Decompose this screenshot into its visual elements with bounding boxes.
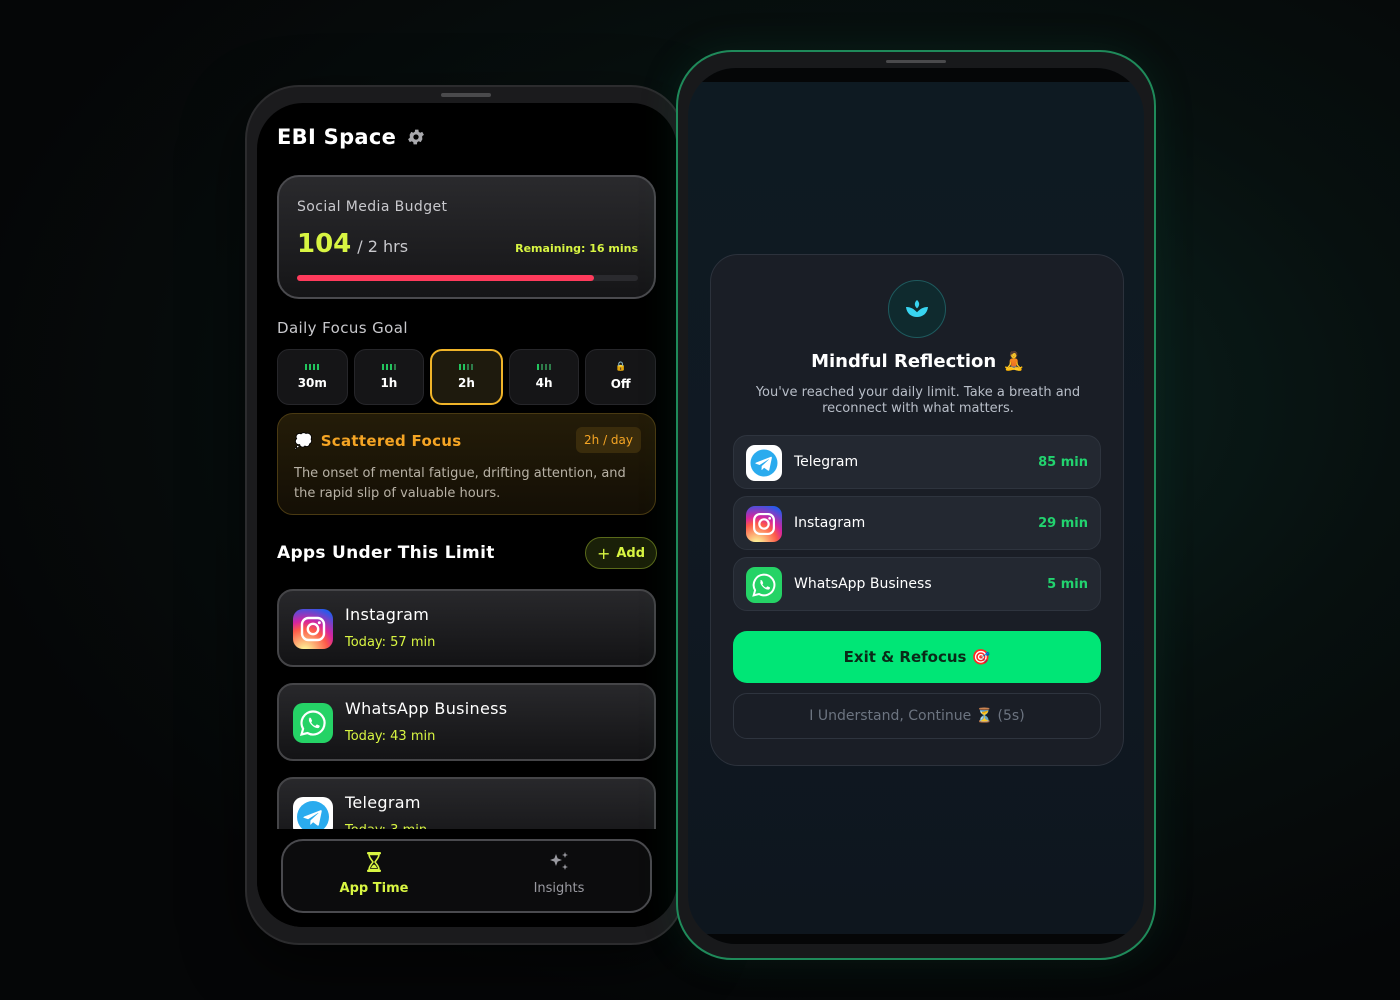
app-name: WhatsApp Business	[345, 699, 508, 718]
daily-focus-goal-label: Daily Focus Goal	[277, 319, 408, 337]
modal-app-name: Telegram	[794, 454, 859, 470]
modal-app-telegram: Telegram 85 min	[733, 435, 1101, 489]
signal-bars-icon	[305, 364, 320, 370]
app-card-instagram[interactable]: Instagram Today: 57 min	[277, 589, 656, 667]
focus-goal-option-4h[interactable]: 4h	[508, 349, 580, 405]
modal-app-minutes: 85 min	[1038, 455, 1088, 470]
signal-bars-icon	[537, 364, 552, 370]
add-label: Add	[616, 545, 646, 561]
whatsapp-business-icon	[746, 567, 782, 603]
telegram-icon	[746, 445, 782, 481]
focus-goal-option-2h[interactable]: 2h	[430, 349, 503, 405]
budget-values: 104 / 2 hrs Remaining: 16 mins	[297, 229, 638, 259]
modal-app-instagram: Instagram 29 min	[733, 496, 1101, 550]
focus-goal-label: 4h	[535, 376, 553, 390]
scattered-focus-card: 💭 Scattered Focus 2h / day The onset of …	[277, 413, 656, 515]
thought-bubble-icon: 💭	[294, 432, 313, 450]
lotus-icon	[888, 280, 946, 338]
continue-button[interactable]: I Understand, Continue ⏳ (5s)	[733, 693, 1101, 739]
focus-goal-label: Off	[610, 377, 631, 391]
modal-app-whatsapp-business: WhatsApp Business 5 min	[733, 557, 1101, 611]
speaker-notch	[441, 93, 491, 97]
budget-progress-fill	[297, 275, 594, 281]
nav-insights-label: Insights	[533, 881, 585, 896]
social-media-budget-card: Social Media Budget 104 / 2 hrs Remainin…	[277, 175, 656, 299]
modal-app-minutes: 29 min	[1038, 516, 1088, 531]
focus-goal-selector: 30m 1h 2h 4h 🔒 Off	[277, 349, 656, 405]
focus-goal-label: 1h	[380, 376, 398, 390]
nav-app-time[interactable]: App Time	[299, 851, 449, 896]
signal-bars-icon	[459, 364, 474, 370]
budget-total-value: / 2 hrs	[357, 237, 409, 256]
right-phone-frame: Mindful Reflection 🧘 You've reached your…	[676, 50, 1156, 960]
modal-app-name: WhatsApp Business	[794, 576, 932, 592]
modal-description: You've reached your daily limit. Take a …	[755, 385, 1081, 416]
hourglass-icon	[367, 852, 381, 872]
app-title: EBI Space	[277, 125, 397, 149]
budget-progress-bar	[297, 275, 638, 281]
home-strip	[688, 934, 1144, 944]
app-today-usage: Today: 57 min	[345, 635, 436, 650]
modal-app-minutes: 5 min	[1047, 577, 1088, 592]
instagram-icon	[746, 506, 782, 542]
speaker-notch	[886, 60, 946, 63]
instagram-icon	[293, 609, 333, 649]
status-strip	[688, 68, 1144, 82]
focus-goal-option-30m[interactable]: 30m	[277, 349, 348, 405]
gear-icon[interactable]	[406, 127, 426, 147]
budget-used-value: 104	[297, 229, 352, 259]
exit-refocus-button[interactable]: Exit & Refocus 🎯	[733, 631, 1101, 683]
modal-app-name: Instagram	[794, 515, 866, 531]
focus-goal-label: 30m	[297, 376, 327, 390]
bottom-navigation: App Time Insights	[281, 839, 652, 913]
nav-app-time-label: App Time	[339, 881, 409, 896]
warning-title: Scattered Focus	[320, 432, 462, 450]
signal-bars-icon	[381, 364, 396, 370]
app-name: Telegram	[345, 793, 421, 812]
app-card-whatsapp-business[interactable]: WhatsApp Business Today: 43 min	[277, 683, 656, 761]
nav-insights[interactable]: Insights	[484, 851, 634, 896]
left-phone-frame: EBI Space Social Media Budget 104 / 2 hr…	[245, 85, 685, 945]
app-header: EBI Space	[277, 125, 426, 149]
add-app-button[interactable]: + Add	[585, 537, 657, 569]
budget-remaining: Remaining: 16 mins	[515, 242, 638, 255]
left-phone-screen: EBI Space Social Media Budget 104 / 2 hr…	[257, 103, 677, 927]
warning-header: 💭 Scattered Focus	[294, 432, 462, 450]
budget-label: Social Media Budget	[297, 199, 448, 215]
warning-tag: 2h / day	[576, 427, 641, 453]
plus-icon: +	[596, 543, 611, 563]
focus-goal-option-1h[interactable]: 1h	[353, 349, 425, 405]
whatsapp-business-icon	[293, 703, 333, 743]
app-today-usage: Today: 43 min	[345, 729, 436, 744]
sparkles-icon	[550, 852, 568, 870]
focus-goal-label: 2h	[458, 376, 475, 390]
app-name: Instagram	[345, 605, 430, 624]
lock-icon: 🔒	[615, 362, 627, 372]
warning-description: The onset of mental fatigue, drifting at…	[294, 466, 626, 501]
focus-goal-option-off[interactable]: 🔒 Off	[585, 349, 656, 405]
modal-title: Mindful Reflection 🧘	[811, 351, 1025, 372]
mindful-reflection-modal: Mindful Reflection 🧘 You've reached your…	[710, 254, 1124, 766]
apps-section-title: Apps Under This Limit	[277, 543, 495, 563]
right-phone-screen: Mindful Reflection 🧘 You've reached your…	[688, 68, 1144, 944]
